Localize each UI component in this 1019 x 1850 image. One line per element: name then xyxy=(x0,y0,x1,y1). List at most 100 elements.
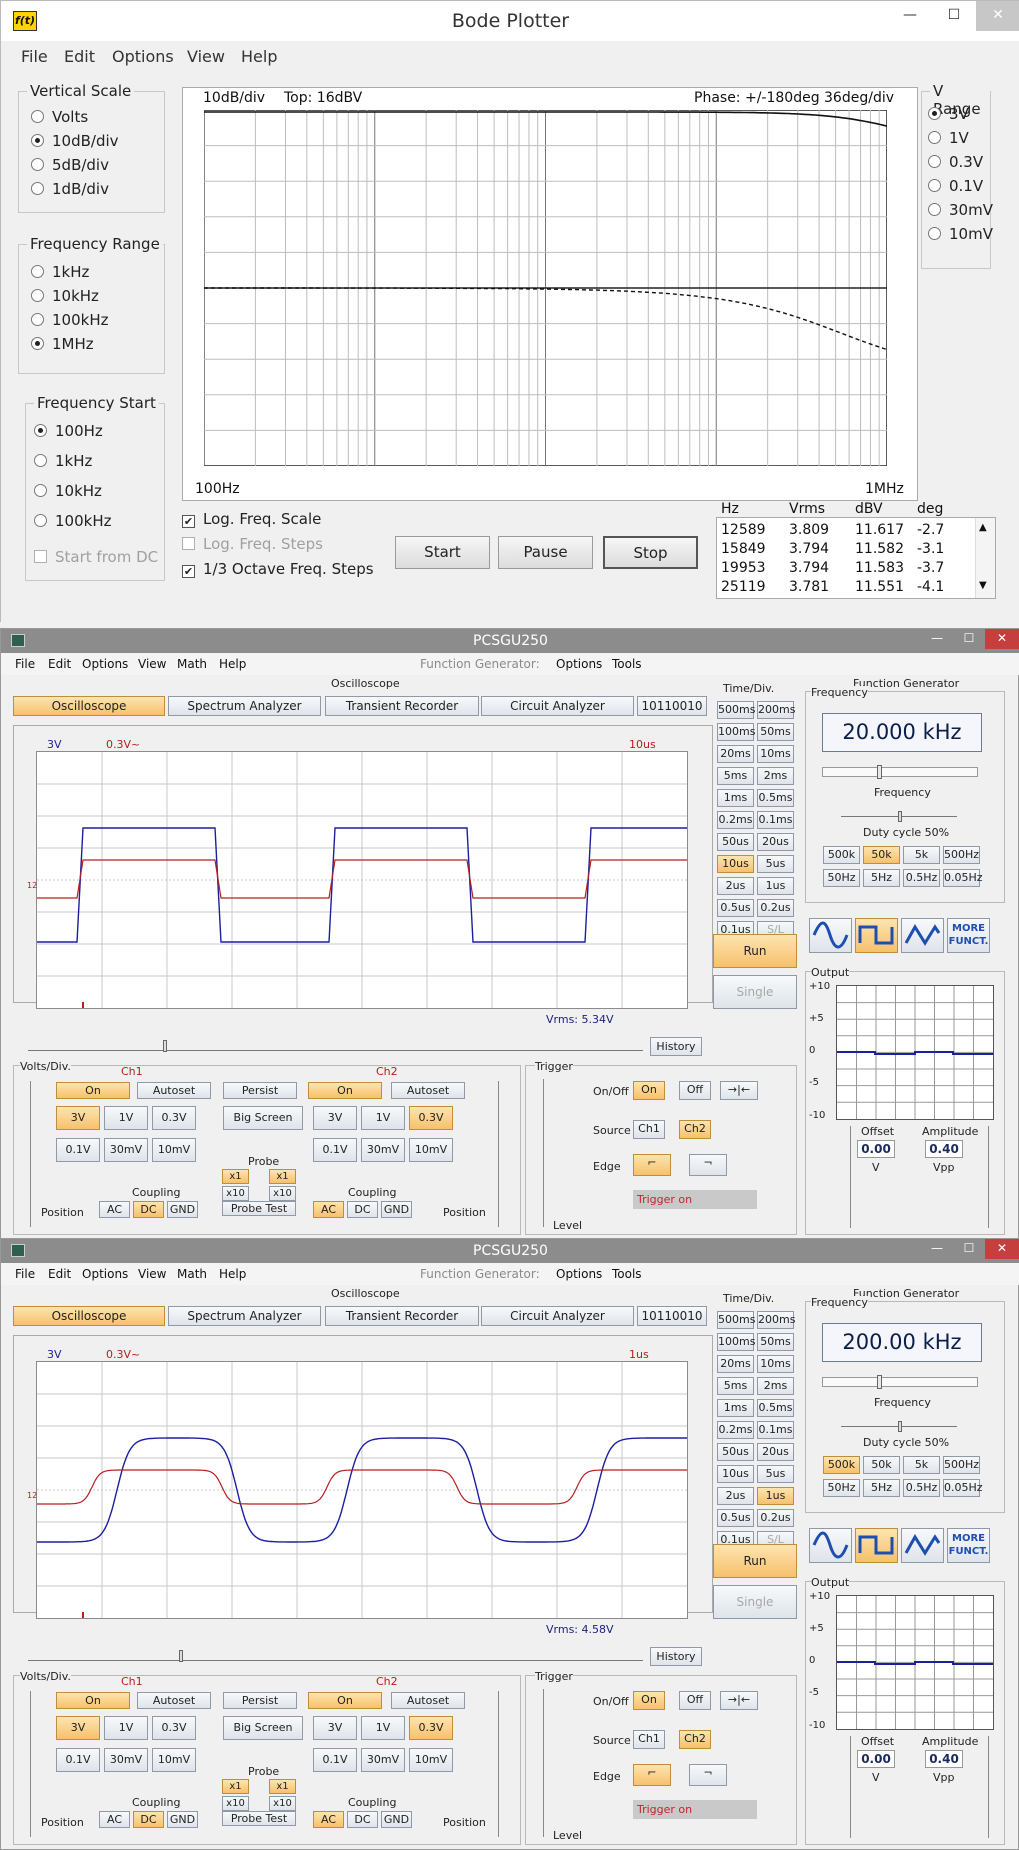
menu-edit[interactable]: Edit xyxy=(48,657,71,671)
ch1-volts-10mV[interactable]: 10mV xyxy=(152,1748,196,1772)
history-button[interactable]: History xyxy=(650,1647,702,1666)
timediv-button-1ms[interactable]: 1ms xyxy=(717,789,754,807)
frequency-range-radio-0[interactable]: 1kHz xyxy=(31,263,89,281)
ch2-on-button[interactable]: On xyxy=(308,1692,382,1709)
menu-options[interactable]: Options xyxy=(82,657,128,671)
v-range-radio-5[interactable]: 10mV xyxy=(928,225,993,243)
ch1-on-button[interactable]: On xyxy=(56,1692,130,1709)
timediv-button-20us[interactable]: 20us xyxy=(757,1443,794,1461)
range-button-50k[interactable]: 50k xyxy=(863,1456,900,1474)
trigger-level-slider[interactable] xyxy=(536,1079,544,1227)
trigger-on-button[interactable]: On xyxy=(633,1081,665,1100)
range-button-0.05Hz[interactable]: 0.05Hz xyxy=(943,869,983,887)
timediv-button-200ms[interactable]: 200ms xyxy=(757,1311,795,1329)
duty-slider-thumb[interactable] xyxy=(898,811,902,822)
maximize-button[interactable]: ☐ xyxy=(932,1,976,31)
timediv-button-0.5ms[interactable]: 0.5ms xyxy=(757,1399,794,1417)
offset-slider[interactable] xyxy=(843,1736,851,1838)
waveform-button-2[interactable] xyxy=(901,1528,944,1563)
ch2-volts-10mV[interactable]: 10mV xyxy=(409,1138,453,1162)
timediv-button-50us[interactable]: 50us xyxy=(717,1443,754,1461)
mode-button-3[interactable]: Circuit Analyzer xyxy=(481,696,634,716)
ch2-volts-30mV[interactable]: 30mV xyxy=(361,1748,405,1772)
range-button-500Hz[interactable]: 500Hz xyxy=(943,1456,980,1474)
ch1-coupling-ac[interactable]: AC xyxy=(99,1201,130,1218)
menu-fg-tools[interactable]: Tools xyxy=(612,1267,642,1281)
mode-button-0[interactable]: Oscilloscope xyxy=(13,1306,165,1326)
timediv-button-0.1ms[interactable]: 0.1ms xyxy=(757,1421,794,1439)
range-button-50Hz[interactable]: 50Hz xyxy=(823,1479,860,1497)
slider-thumb[interactable] xyxy=(163,1040,167,1052)
ch1-position-slider[interactable] xyxy=(23,1691,31,1837)
frequency-range-radio-3[interactable]: 1MHz xyxy=(31,335,94,353)
time-scroll-slider[interactable] xyxy=(28,1043,643,1051)
range-button-5k[interactable]: 5k xyxy=(903,1456,940,1474)
duty-slider-thumb[interactable] xyxy=(898,1421,902,1432)
menu-math[interactable]: Math xyxy=(177,1267,207,1281)
timediv-button-0.2us[interactable]: 0.2us xyxy=(757,899,794,917)
time-scroll-slider[interactable] xyxy=(28,1653,643,1661)
more-functions-button[interactable]: MORE FUNCT. xyxy=(947,918,990,953)
ch2-position-slider[interactable] xyxy=(491,1081,499,1227)
minimize-button[interactable]: — xyxy=(921,1239,953,1259)
timediv-button-1ms[interactable]: 1ms xyxy=(717,1399,754,1417)
trigger-on-button[interactable]: On xyxy=(633,1691,665,1710)
more-functions-button[interactable]: MORE FUNCT. xyxy=(947,1528,990,1563)
timediv-button-50ms[interactable]: 50ms xyxy=(757,1333,794,1351)
probe-test-button[interactable]: Probe Test xyxy=(222,1201,296,1216)
timediv-button-0.5us[interactable]: 0.5us xyxy=(717,1509,754,1527)
timediv-button-10ms[interactable]: 10ms xyxy=(757,1355,794,1373)
ch1-volts-0.1V[interactable]: 0.1V xyxy=(56,1748,100,1772)
scroll-up-icon[interactable]: ▲ xyxy=(979,522,987,533)
ch1-probe-x10[interactable]: x10 xyxy=(222,1796,249,1811)
big-screen-button[interactable]: Big Screen xyxy=(223,1106,303,1130)
mode-button-3[interactable]: Circuit Analyzer xyxy=(481,1306,634,1326)
ch1-coupling-gnd[interactable]: GND xyxy=(167,1201,198,1218)
ch2-volts-3V[interactable]: 3V xyxy=(313,1106,357,1130)
frequency-slider[interactable] xyxy=(822,767,978,777)
menu-fg-options[interactable]: Options xyxy=(556,657,602,671)
frequency-range-radio-1[interactable]: 10kHz xyxy=(31,287,99,305)
frequency-start-radio-2[interactable]: 10kHz xyxy=(34,482,102,500)
mode-button-1[interactable]: Spectrum Analyzer xyxy=(168,1306,321,1326)
ch1-probe-x1[interactable]: x1 xyxy=(222,1779,249,1794)
trigger-level-slider[interactable] xyxy=(536,1689,544,1837)
ch2-coupling-gnd[interactable]: GND xyxy=(381,1201,412,1218)
ch2-volts-3V[interactable]: 3V xyxy=(313,1716,357,1740)
vertical-scale-radio-1[interactable]: 10dB/div xyxy=(31,132,119,150)
ch1-volts-0.1V[interactable]: 0.1V xyxy=(56,1138,100,1162)
ch2-coupling-ac[interactable]: AC xyxy=(313,1201,344,1218)
menu-edit[interactable]: Edit xyxy=(64,47,95,66)
range-button-50Hz[interactable]: 50Hz xyxy=(823,869,860,887)
trigger-center-button[interactable]: →|← xyxy=(720,1081,758,1100)
source-ch1-button[interactable]: Ch1 xyxy=(633,1730,665,1749)
timediv-button-1us[interactable]: 1us xyxy=(757,877,794,895)
trigger-off-button[interactable]: Off xyxy=(679,1081,711,1100)
frequency-slider[interactable] xyxy=(822,1377,978,1387)
ch1-volts-0.3V[interactable]: 0.3V xyxy=(152,1716,196,1740)
ch1-coupling-dc[interactable]: DC xyxy=(133,1201,164,1218)
timediv-button-50us[interactable]: 50us xyxy=(717,833,754,851)
history-button[interactable]: History xyxy=(650,1037,702,1056)
timediv-button-10ms[interactable]: 10ms xyxy=(757,745,794,763)
rising-edge-icon[interactable]: ⌐ xyxy=(633,1764,671,1786)
timediv-button-5ms[interactable]: 5ms xyxy=(717,1377,754,1395)
stop-button[interactable]: Stop xyxy=(603,536,698,569)
pause-button[interactable]: Pause xyxy=(498,536,593,569)
timediv-button-0.5ms[interactable]: 0.5ms xyxy=(757,789,794,807)
amplitude-slider[interactable] xyxy=(981,1736,989,1838)
offset-slider[interactable] xyxy=(843,1126,851,1228)
timediv-button-2us[interactable]: 2us xyxy=(717,1487,754,1505)
maximize-button[interactable]: ☐ xyxy=(953,629,985,649)
ch1-coupling-ac[interactable]: AC xyxy=(99,1811,130,1828)
source-ch2-button[interactable]: Ch2 xyxy=(679,1730,711,1749)
falling-edge-icon[interactable]: ¬ xyxy=(689,1764,727,1786)
ch1-autoset-button[interactable]: Autoset xyxy=(137,1082,211,1099)
vertical-scale-radio-3[interactable]: 1dB/div xyxy=(31,180,109,198)
ch1-coupling-gnd[interactable]: GND xyxy=(167,1811,198,1828)
ch2-volts-30mV[interactable]: 30mV xyxy=(361,1138,405,1162)
ch2-on-button[interactable]: On xyxy=(308,1082,382,1099)
ch1-probe-x10[interactable]: x10 xyxy=(222,1186,249,1201)
menu-options[interactable]: Options xyxy=(82,1267,128,1281)
run-button[interactable]: Run xyxy=(713,1544,797,1578)
